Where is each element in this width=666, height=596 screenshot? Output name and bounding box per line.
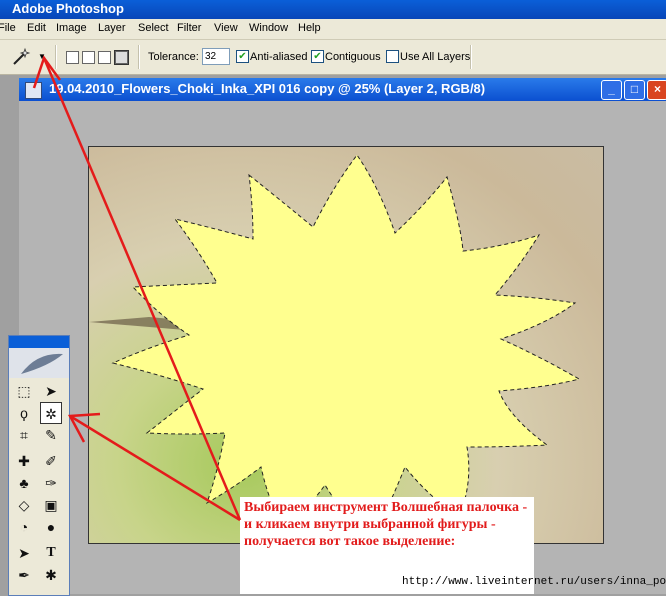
annotation-arrows <box>32 55 242 522</box>
arrow-to-toolbox-wand <box>69 414 241 522</box>
arrow-to-options-wand <box>42 57 242 521</box>
